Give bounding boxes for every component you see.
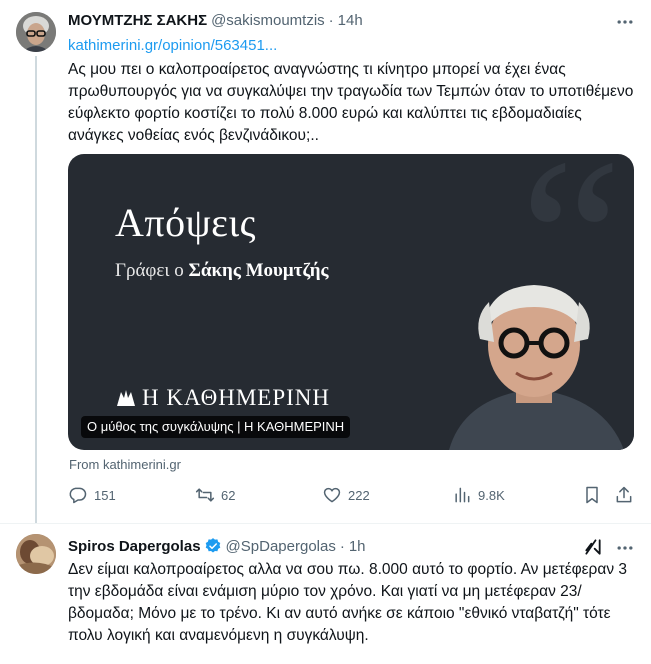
author-name[interactable]: Spiros Dapergolas xyxy=(68,538,201,555)
reply-button[interactable]: 151 xyxy=(68,485,116,505)
author-portrait-image xyxy=(434,277,634,450)
avatar-photo-image xyxy=(16,534,56,574)
avatar[interactable] xyxy=(16,12,56,52)
tweet-sakis[interactable]: ΜΟΥΜΤΖΗΣ ΣΑΚΗΣ @sakismoumtzis · 14h kath… xyxy=(0,0,651,523)
timestamp[interactable]: 14h xyxy=(338,12,363,29)
reply-icon xyxy=(69,487,87,504)
tweet-actions: 151 62 222 9.8K xyxy=(68,485,635,509)
avatar[interactable] xyxy=(16,534,56,574)
tweet-header: Spiros Dapergolas @SpDapergolas · 1h xyxy=(68,537,366,555)
retweet-icon xyxy=(195,488,215,502)
verified-badge-icon[interactable] xyxy=(204,537,222,555)
avatar-portrait-image xyxy=(16,12,56,52)
author-handle[interactable]: @sakismoumtzis xyxy=(211,12,325,29)
timestamp[interactable]: 1h xyxy=(349,538,366,555)
repost-button[interactable]: 62 xyxy=(195,485,235,505)
reply-count: 151 xyxy=(94,487,116,503)
card-caption: Ο μύθος της συγκάλυψης | Η ΚΑΘΗΜΕΡΙΝΗ xyxy=(81,416,351,438)
newspaper-brand-name: Η ΚΑΘΗΜΕΡΙΝΗ xyxy=(142,385,331,410)
views-button[interactable]: 9.8K xyxy=(452,485,505,505)
card-source[interactable]: From kathimerini.gr xyxy=(69,457,181,472)
author-name[interactable]: ΜΟΥΜΤΖΗΣ ΣΑΚΗΣ xyxy=(68,12,207,29)
separator-dot: · xyxy=(339,537,345,555)
views-count: 9.8K xyxy=(478,487,505,503)
tweet-text: Δεν είμαι καλοπροαίρετος αλλα να σου πω.… xyxy=(68,561,628,644)
heart-icon xyxy=(323,487,341,503)
bookmark-button[interactable] xyxy=(582,485,602,505)
card-byline-prefix: Γράφει ο xyxy=(115,260,184,281)
like-button[interactable]: 222 xyxy=(322,485,370,505)
bookmark-icon xyxy=(586,486,598,504)
card-byline-author: Σάκης Μουμτζής xyxy=(188,260,329,281)
more-horizontal-icon[interactable] xyxy=(615,538,635,558)
author-handle[interactable]: @SpDapergolas xyxy=(226,538,336,555)
card-title: Απόψεις xyxy=(115,200,257,245)
newspaper-logo: Η ΚΑΘΗΜΕΡΙΝΗ xyxy=(115,385,330,411)
tweet-text: Ας μου πει ο καλοπροαίρετος αναγνώστης τ… xyxy=(68,61,634,144)
grok-icon[interactable] xyxy=(583,537,603,557)
tweet-spiros[interactable]: Spiros Dapergolas @SpDapergolas · 1h Δεν… xyxy=(0,523,651,664)
more-horizontal-icon[interactable] xyxy=(615,12,635,32)
like-count: 222 xyxy=(348,487,370,503)
seal-emblem-icon xyxy=(117,390,135,406)
views-icon xyxy=(455,487,470,503)
share-icon xyxy=(616,486,632,503)
share-button[interactable] xyxy=(614,485,634,505)
article-link[interactable]: kathimerini.gr/opinion/563451... xyxy=(68,37,277,54)
thread-connector-line xyxy=(35,56,37,523)
separator-dot: · xyxy=(328,12,334,29)
link-preview-card[interactable]: “ Απόψεις Γράφει ο Σάκης Μουμτζής Η ΚΑΘΗ… xyxy=(68,154,634,450)
repost-count: 62 xyxy=(221,487,236,503)
tweet-header: ΜΟΥΜΤΖΗΣ ΣΑΚΗΣ @sakismoumtzis · 14h xyxy=(68,12,363,29)
card-byline: Γράφει ο Σάκης Μουμτζής xyxy=(115,260,329,282)
